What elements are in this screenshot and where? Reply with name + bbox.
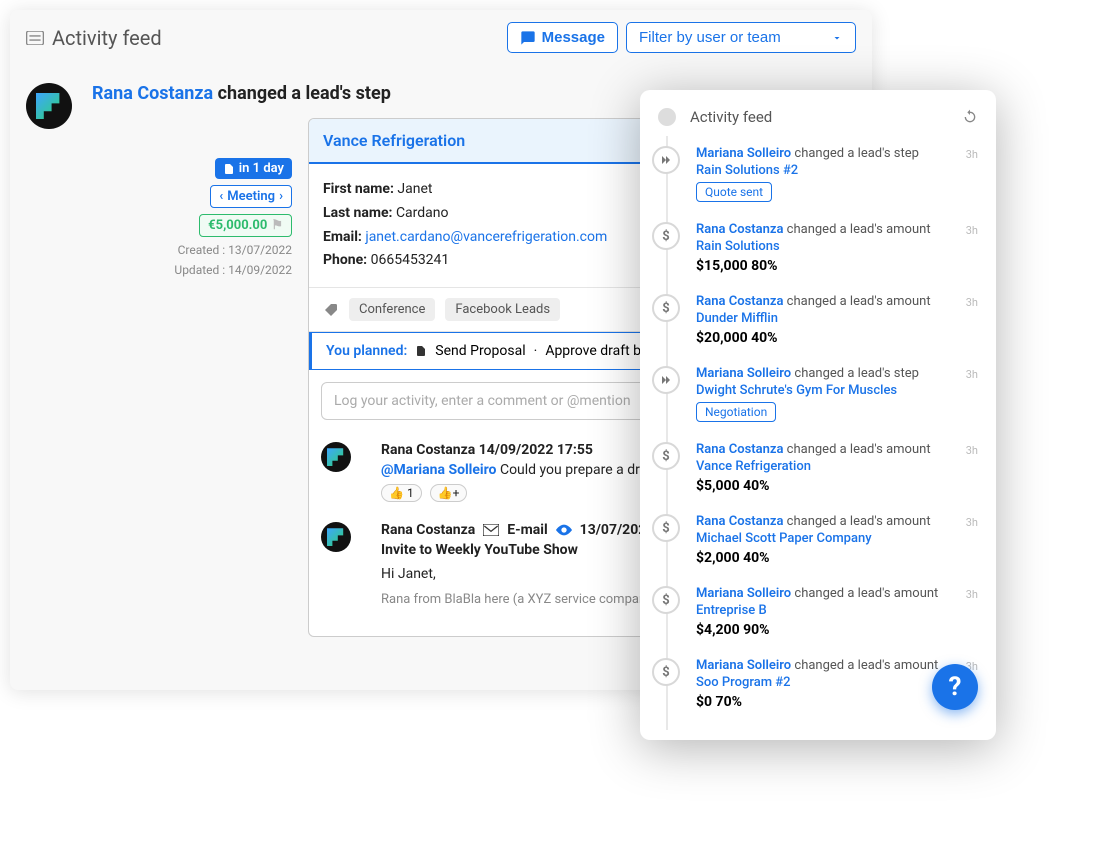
main-header: Activity feed Message Filter by user or … <box>26 22 856 61</box>
dollar-icon: $ <box>652 586 680 614</box>
actor-link[interactable]: Rana Costanza <box>92 83 213 104</box>
left-meta-column: in 1 day ‹ Meeting › €5,000.00 ⚑ Created… <box>92 118 292 637</box>
chat-icon <box>520 30 536 46</box>
time-text: 3h <box>966 368 978 381</box>
tag-chip[interactable]: Conference <box>349 298 435 321</box>
amount-chip[interactable]: €5,000.00 ⚑ <box>199 214 292 237</box>
actor-link[interactable]: Mariana Solleiro <box>696 146 791 161</box>
timeline-item[interactable]: 3h Mariana Solleiro changed a lead's ste… <box>692 356 996 432</box>
lead-link[interactable]: Entreprise B <box>696 603 978 618</box>
avatar[interactable] <box>321 522 351 552</box>
actor-link[interactable]: Rana Costanza <box>696 294 783 309</box>
eye-icon <box>556 524 572 536</box>
lead-link[interactable]: Rain Solutions <box>696 239 978 254</box>
actor-link[interactable]: Mariana Solleiro <box>696 586 791 601</box>
forward-icon <box>652 366 680 394</box>
created-text: Created : 13/07/2022 <box>178 243 292 257</box>
timeline-item[interactable]: $ 3h Rana Costanza changed a lead's amou… <box>692 432 996 504</box>
chevron-down-icon <box>831 32 843 44</box>
time-text: 3h <box>966 444 978 457</box>
help-button[interactable]: ? <box>932 664 978 710</box>
tag-icon <box>323 302 339 318</box>
chevron-right-icon: › <box>279 189 283 204</box>
dollar-icon: $ <box>652 658 680 686</box>
side-activity-panel: Activity feed 3h Mariana Solleiro change… <box>640 90 996 740</box>
lead-link[interactable]: Vance Refrigeration <box>696 459 978 474</box>
side-header: Activity feed <box>640 102 996 136</box>
lead-link[interactable]: Rain Solutions #2 <box>696 163 978 178</box>
lead-link[interactable]: Michael Scott Paper Company <box>696 531 978 546</box>
time-text: 3h <box>966 296 978 309</box>
dollar-icon: $ <box>652 442 680 470</box>
timeline: 3h Mariana Solleiro changed a lead's ste… <box>640 136 996 720</box>
updated-text: Updated : 14/09/2022 <box>174 263 292 277</box>
step-badge: Negotiation <box>696 402 776 422</box>
amount-text: $5,000 40% <box>696 478 978 494</box>
step-chip[interactable]: ‹ Meeting › <box>210 185 292 208</box>
timeline-item[interactable]: $ 3h Rana Costanza changed a lead's amou… <box>692 212 996 284</box>
filter-dropdown-label: Filter by user or team <box>639 29 781 46</box>
tag-chip[interactable]: Facebook Leads <box>445 298 560 321</box>
avatar[interactable] <box>321 442 351 472</box>
refresh-icon <box>962 109 978 125</box>
step-badge: Quote sent <box>696 182 772 202</box>
actor-link[interactable]: Rana Costanza <box>696 514 783 529</box>
actor-link[interactable]: Rana Costanza <box>696 442 783 457</box>
reaction-chip[interactable]: 👍1 <box>381 484 422 502</box>
timeline-item[interactable]: $ 3h Rana Costanza changed a lead's amou… <box>692 284 996 356</box>
time-text: 3h <box>966 224 978 237</box>
add-reaction-button[interactable]: 👍+ <box>430 484 468 502</box>
lead-link[interactable]: Dunder Mifflin <box>696 311 978 326</box>
doc-icon <box>415 344 427 358</box>
message-button-label: Message <box>542 29 605 46</box>
flag-icon: ⚑ <box>271 218 283 233</box>
amount-text: $20,000 40% <box>696 330 978 346</box>
filter-dropdown[interactable]: Filter by user or team <box>626 22 856 53</box>
timeline-item[interactable]: $ 3h Rana Costanza changed a lead's amou… <box>692 504 996 576</box>
chevron-left-icon: ‹ <box>219 189 223 204</box>
actor-link[interactable]: Mariana Solleiro <box>696 366 791 381</box>
contact-email-link[interactable]: janet.cardano@vancerefrigeration.com <box>365 229 607 245</box>
dollar-icon: $ <box>652 514 680 542</box>
timeline-item[interactable]: $ 3h Mariana Solleiro changed a lead's a… <box>692 576 996 648</box>
amount-text: $4,200 90% <box>696 622 978 638</box>
page-title: Activity feed <box>52 26 162 50</box>
amount-text: $2,000 40% <box>696 550 978 566</box>
avatar-glyph <box>36 93 62 119</box>
actor-link[interactable]: Mariana Solleiro <box>696 658 791 673</box>
side-title-text: Activity feed <box>690 108 772 126</box>
mention-link[interactable]: @Mariana Solleiro <box>381 462 496 478</box>
dollar-icon: $ <box>652 222 680 250</box>
amount-text: $15,000 80% <box>696 258 978 274</box>
envelope-icon <box>483 524 499 536</box>
actor-link[interactable]: Rana Costanza <box>696 222 783 237</box>
timeline-item[interactable]: 3h Mariana Solleiro changed a lead's ste… <box>692 136 996 212</box>
doc-icon <box>223 163 235 175</box>
dollar-icon: $ <box>652 294 680 322</box>
message-button[interactable]: Message <box>507 22 618 53</box>
header-actions: Message Filter by user or team <box>507 22 856 53</box>
refresh-button[interactable] <box>962 109 978 125</box>
time-text: 3h <box>966 516 978 529</box>
action-text: changed a lead's step <box>218 83 391 104</box>
dot-icon <box>658 108 676 126</box>
lead-link[interactable]: Dwight Schrute's Gym For Muscles <box>696 383 978 398</box>
due-chip[interactable]: in 1 day <box>215 158 292 179</box>
forward-icon <box>652 146 680 174</box>
avatar[interactable] <box>26 83 72 129</box>
page-title-group: Activity feed <box>26 26 162 50</box>
time-text: 3h <box>966 148 978 161</box>
list-icon <box>26 26 44 50</box>
time-text: 3h <box>966 588 978 601</box>
